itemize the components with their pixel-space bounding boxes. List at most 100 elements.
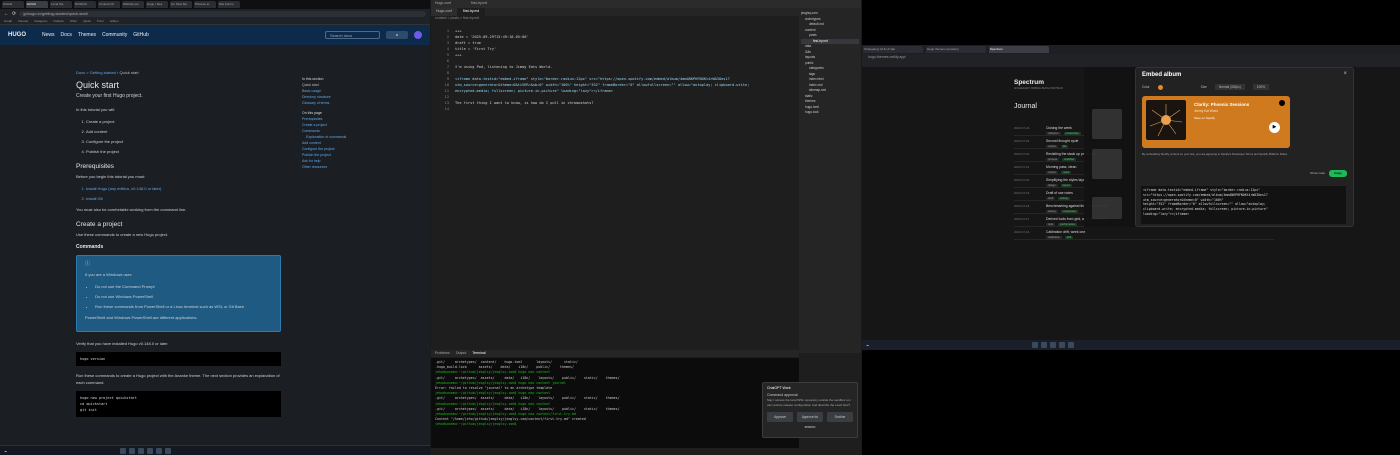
browser-tab[interactable]: Hugo • Res [146, 1, 168, 8]
bookmark-item[interactable]: Outlook [53, 19, 63, 23]
toc-item[interactable]: Glossary of terms [302, 100, 346, 106]
browser-tab[interactable]: Website pro [122, 1, 144, 8]
nav-community[interactable]: Community [102, 32, 127, 38]
terminal-icon[interactable] [156, 447, 162, 454]
tag-badge[interactable]: testing [1046, 210, 1058, 213]
album-title[interactable]: Clarity: Phoenix Sessions [1194, 102, 1249, 107]
tag-badge[interactable]: notes [1060, 171, 1072, 174]
browser-tab[interactable]: Changelog: AI & UI Jan [863, 46, 923, 53]
browser-icon[interactable] [138, 447, 144, 454]
browser-icon[interactable] [1050, 342, 1056, 348]
nav-docs[interactable]: Docs [61, 32, 72, 38]
tag-badge[interactable]: calibration [1046, 236, 1062, 239]
bookmark-item[interactable]: Tutor [97, 19, 104, 23]
terminal-output[interactable]: .git/ archetypes/ content/ hugo.toml lay… [431, 358, 799, 448]
list-item[interactable]: 2023-07-16 Calibration drift, week one cal… [1014, 227, 1274, 240]
tag-badge[interactable]: draft [1046, 197, 1056, 200]
browser-tab[interactable]: Hugo themes repository [926, 46, 986, 53]
nav-github[interactable]: GitHub [133, 32, 149, 38]
search-icon[interactable] [1041, 342, 1047, 348]
code-line[interactable]: +++ [455, 52, 462, 58]
search-icon[interactable] [129, 447, 135, 454]
nav-news[interactable]: News [42, 32, 55, 38]
tag-badge[interactable]: process [1046, 158, 1060, 161]
tag-badge[interactable]: tools [1046, 223, 1056, 226]
color-swatch[interactable] [1157, 84, 1163, 90]
code-line[interactable]: encrypted-media; fullscreen; picture-in-… [455, 88, 613, 94]
play-icon[interactable]: ▶ [1269, 122, 1280, 133]
tag-badge[interactable]: performance [1058, 223, 1078, 226]
browser-tab[interactable]: NOSIGN [74, 1, 96, 8]
tab-output[interactable]: Output [456, 351, 467, 356]
terminal-icon[interactable] [1068, 342, 1074, 348]
decline-button[interactable]: Decline [827, 412, 853, 422]
browser-tab[interactable]: Site Forms [218, 1, 240, 8]
bookmark-item[interactable]: Instagram [34, 19, 47, 23]
browser-tab[interactable]: Go Next Mo [170, 1, 192, 8]
breadcrumb-path[interactable]: Docs > Getting started [76, 70, 116, 75]
bookmark-item[interactable]: Quick [83, 19, 91, 23]
code-line[interactable]: The first thing I want to know, is how d… [455, 100, 593, 106]
hugo-logo[interactable]: HUGO [8, 32, 26, 38]
search-docs-input[interactable]: Search docs [325, 31, 380, 39]
explorer-item[interactable]: hugo.lock [801, 110, 859, 116]
save-on-spotify[interactable]: Save on Spotify [1194, 116, 1215, 120]
start-icon[interactable] [1032, 342, 1038, 348]
start-icon[interactable] [120, 447, 126, 454]
entry-title[interactable]: Calibration drift, week one [1046, 230, 1085, 234]
tag-badge[interactable]: routine [1046, 145, 1058, 148]
editor-icon[interactable] [165, 447, 171, 454]
tag-badge[interactable]: life [1060, 145, 1069, 148]
album-thumb[interactable] [1092, 109, 1122, 139]
list-item[interactable]: Install Hugo (any edition, v0.148.0 or l… [86, 185, 281, 192]
browser-tab[interactable]: Content Ch [98, 1, 120, 8]
theme-toggle-icon[interactable] [414, 31, 422, 39]
title-item[interactable]: Hugo.conf [435, 1, 451, 7]
show-code-toggle[interactable]: Show code [1310, 171, 1325, 175]
files-icon[interactable] [147, 447, 153, 454]
copy-button[interactable]: Copy [1329, 170, 1347, 177]
album-artist[interactable]: Jimmy Eat World [1194, 109, 1218, 113]
bookmark-item[interactable]: Canvas [18, 19, 28, 23]
code-block-version[interactable]: hugo version [76, 352, 281, 366]
close-icon[interactable]: × [1343, 71, 1347, 77]
entry-title[interactable]: Morning pass, clean [1046, 165, 1076, 169]
refresh-icon[interactable]: ⟳ [12, 11, 16, 17]
entry-title[interactable]: Draft of use notes [1046, 191, 1073, 195]
browser-tab[interactable]: Photoso to [194, 1, 216, 8]
tag-badge[interactable]: drift [1064, 236, 1074, 239]
entry-title[interactable]: Second thought cycle [1046, 139, 1078, 143]
browser-tab-active[interactable]: Spectrum [989, 46, 1049, 53]
editor-tab[interactable]: Hugo.conf [431, 8, 458, 16]
album-thumb[interactable] [1092, 149, 1122, 179]
bookmark-item[interactable]: Gitbox [110, 19, 119, 23]
tag-badge[interactable]: workflow [1062, 158, 1077, 161]
bookmark-item[interactable]: Other [70, 19, 78, 23]
tab-terminal[interactable]: Terminal [472, 351, 485, 356]
tag-badge[interactable]: writing [1058, 197, 1070, 200]
code-block-commands[interactable]: hugo new project quickstart cd quickstar… [76, 391, 281, 417]
approve-session-button[interactable]: Approve for session [797, 412, 823, 429]
tag-badge[interactable]: design [1046, 184, 1058, 187]
tag-badge[interactable]: reflection [1046, 132, 1061, 135]
files-icon[interactable] [1059, 342, 1065, 348]
site-title[interactable]: Spectrum [1014, 79, 1044, 86]
browser-tab[interactable]: Local Ste [50, 1, 72, 8]
width-input[interactable]: 100% [1252, 84, 1269, 90]
entry-title[interactable]: Simplifying the styles layout [1046, 178, 1088, 182]
tag-badge[interactable]: layout [1060, 184, 1072, 187]
toc-item[interactable]: Other resources [302, 164, 346, 170]
album-cover[interactable] [1146, 100, 1186, 140]
tag-badge[interactable]: productivity [1063, 132, 1081, 135]
browser-tab[interactable]: HUGO [26, 1, 48, 8]
nav-themes[interactable]: Themes [78, 32, 96, 38]
bookmark-item[interactable]: Gmail [4, 19, 12, 23]
code-line[interactable]: I'm using Pod, listening to Jimmy Eats W… [455, 64, 552, 70]
title-item[interactable]: first-try.md [471, 1, 487, 7]
back-icon[interactable]: ← [4, 11, 9, 17]
editor-tab-active[interactable]: first-try.md [457, 8, 486, 16]
tag-badge[interactable]: routine [1046, 171, 1058, 174]
tab-problems[interactable]: Problems [435, 351, 450, 356]
embed-code[interactable]: <iframe data-testid="embed-iframe" style… [1141, 186, 1346, 224]
code-area[interactable]: 1 +++ 2 date = '2025-09-29T15:49:18-05:00' 3… [431, 22, 799, 350]
